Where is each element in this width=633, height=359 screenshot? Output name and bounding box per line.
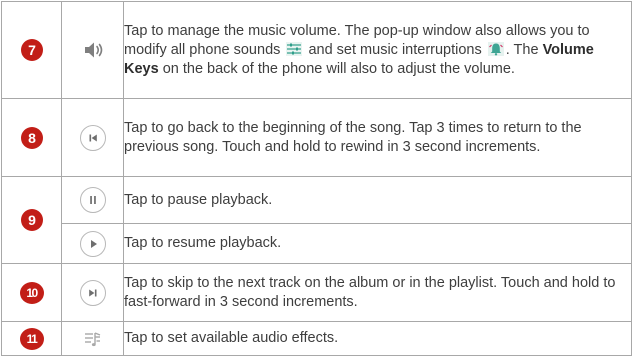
description-cell: Tap to set available audio effects. — [123, 321, 632, 356]
volume-icon — [84, 42, 102, 58]
description-cell: Tap to go back to the beginning of the s… — [123, 98, 632, 177]
table-row: 8 Tap to go back to the beginning of the… — [1, 98, 632, 177]
table-row: 11 Tap to set available audio effects. — [1, 321, 632, 356]
sound-settings-icon — [286, 41, 303, 56]
description-text: on the back of the phone will also to ad… — [162, 60, 515, 77]
icon-cell — [61, 176, 124, 224]
item-number-badge: 9 — [20, 209, 43, 231]
previous-track-icon — [79, 124, 106, 151]
item-number-cell: 11 — [1, 321, 62, 356]
item-number-cell: 7 — [1, 1, 62, 99]
item-number-cell: 10 — [1, 263, 62, 322]
description-text: . The — [505, 41, 539, 58]
table-row: 10 Tap to skip to the next track on the … — [1, 263, 632, 322]
table-row: 7 Tap to manage the music volume. The po… — [1, 1, 632, 99]
item-number-badge: 8 — [20, 126, 43, 149]
item-number-cell: 9 — [1, 176, 62, 264]
item-number-badge: 10 — [19, 281, 44, 304]
description-cell: Tap to resume playback. — [123, 223, 632, 264]
table-row: Tap to resume playback. — [2, 223, 632, 264]
interruptions-bell-icon — [487, 41, 504, 56]
icon-cell — [61, 223, 124, 264]
table-row: 9 Tap to pause playback. — [1, 176, 632, 264]
pause-icon — [79, 187, 106, 213]
description-cell: Tap to pause playback. — [123, 176, 632, 224]
play-icon — [79, 230, 106, 257]
description-cell: Tap to manage the music volume. The pop-… — [123, 1, 632, 99]
next-track-icon — [79, 279, 106, 306]
item-number-cell: 8 — [1, 98, 62, 177]
audio-effects-icon — [84, 331, 100, 346]
description-cell: Tap to skip to the next track on the alb… — [123, 263, 632, 322]
item-number-badge: 7 — [20, 39, 43, 61]
icon-cell — [61, 1, 124, 99]
icon-cell — [61, 98, 124, 177]
controls-table: 7 Tap to manage the music volume. The po… — [1, 1, 632, 356]
icon-cell — [61, 321, 124, 356]
icon-cell — [61, 263, 124, 322]
description-text: and set music interruptions — [308, 41, 482, 58]
item-number-badge: 11 — [19, 327, 44, 350]
